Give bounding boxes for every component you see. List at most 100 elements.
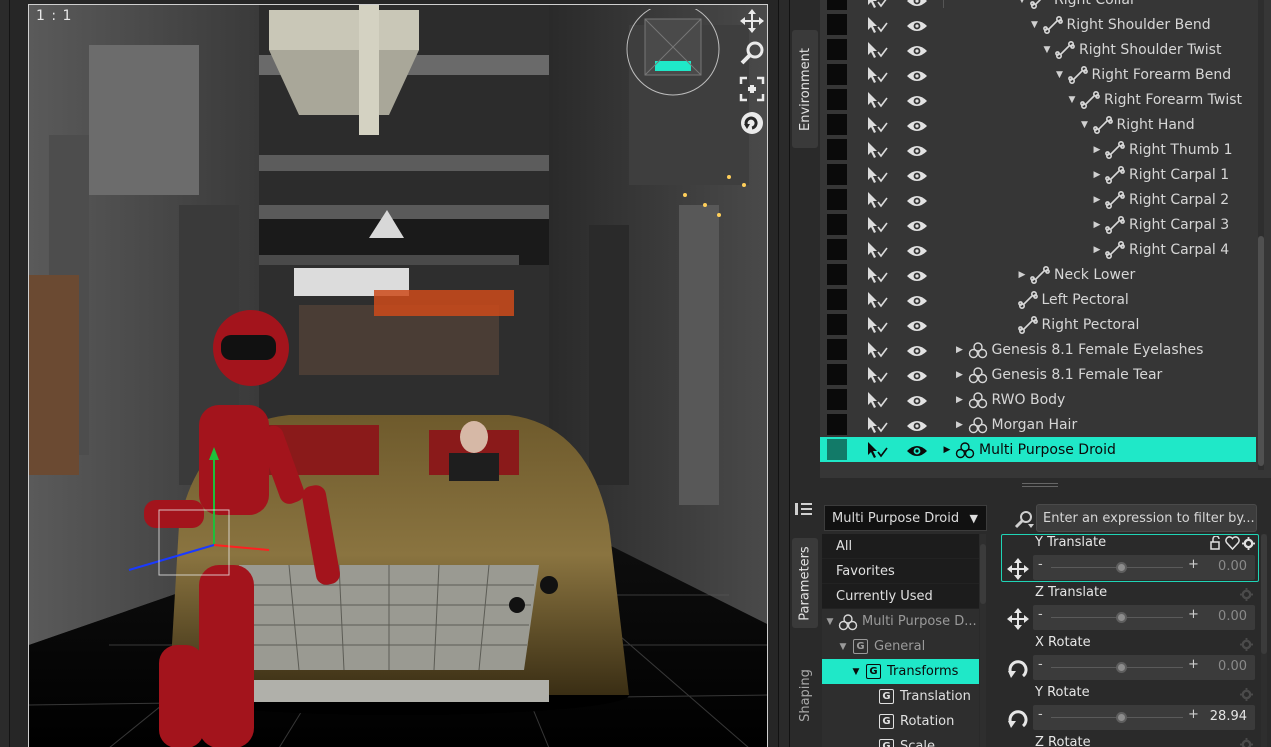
move-icon[interactable]: [737, 6, 767, 36]
translate-icon[interactable]: [1005, 607, 1031, 631]
selectable-toggle[interactable]: [827, 164, 847, 185]
increment-button[interactable]: +: [1188, 557, 1199, 572]
parameter-scrollbar[interactable]: [1261, 534, 1267, 747]
category-scrollbar[interactable]: [980, 534, 986, 747]
expand-arrow-icon[interactable]: ▶: [1091, 220, 1103, 230]
decrement-button[interactable]: -: [1038, 607, 1043, 622]
category-item[interactable]: ▼ G General: [822, 634, 979, 659]
expand-arrow-icon[interactable]: ▶: [954, 345, 966, 355]
pointer-select-icon[interactable]: [866, 416, 890, 438]
expand-arrow-icon[interactable]: ▶: [954, 370, 966, 380]
tree-row[interactable]: ▼ Right Forearm Bend: [820, 62, 1256, 87]
gear-icon[interactable]: [1240, 736, 1253, 747]
visibility-eye-icon[interactable]: [906, 0, 928, 12]
expand-arrow-icon[interactable]: ▶: [1091, 145, 1103, 155]
parameter-slider[interactable]: - +0.00: [1033, 655, 1255, 680]
expand-arrow-icon[interactable]: ▶: [1091, 245, 1103, 255]
pointer-select-icon[interactable]: [866, 66, 890, 88]
selectable-toggle[interactable]: [827, 114, 847, 135]
pane-splitter[interactable]: [790, 478, 1271, 498]
category-item[interactable]: Currently Used: [822, 584, 979, 609]
tree-row[interactable]: ▶ Genesis 8.1 Female Eyelashes: [820, 337, 1256, 362]
selectable-toggle[interactable]: [827, 364, 847, 385]
tab-environment[interactable]: Environment: [792, 30, 818, 148]
selectable-toggle[interactable]: [827, 439, 847, 460]
visibility-eye-icon[interactable]: [906, 293, 928, 312]
pointer-select-icon[interactable]: [866, 341, 890, 363]
increment-button[interactable]: +: [1188, 707, 1199, 722]
pointer-select-icon[interactable]: [866, 441, 890, 463]
favorite-heart-icon[interactable]: [1225, 535, 1240, 554]
gear-icon[interactable]: [1240, 586, 1253, 605]
parameter-row[interactable]: Y Translate - +0.00: [1001, 534, 1259, 582]
expand-arrow-icon[interactable]: ▶: [954, 420, 966, 430]
rotate-icon[interactable]: [1005, 657, 1031, 681]
translate-icon[interactable]: [1005, 557, 1031, 581]
visibility-eye-icon[interactable]: [906, 118, 928, 137]
expand-arrow-icon[interactable]: ▶: [1091, 170, 1103, 180]
selectable-toggle[interactable]: [827, 139, 847, 160]
category-item[interactable]: Favorites: [822, 559, 979, 584]
tree-row[interactable]: ▶ Right Carpal 1: [820, 162, 1256, 187]
parameter-row[interactable]: Z Rotate-+: [1001, 734, 1259, 747]
tree-row[interactable]: ▶ Morgan Hair: [820, 412, 1256, 437]
visibility-eye-icon[interactable]: [906, 268, 928, 287]
tree-row[interactable]: ▶ Right Carpal 2: [820, 187, 1256, 212]
rotate-icon[interactable]: [1005, 707, 1031, 731]
category-item[interactable]: ▼ Multi Purpose D...: [822, 609, 979, 634]
parameter-slider[interactable]: - +28.94: [1033, 705, 1255, 730]
viewport-render[interactable]: [28, 4, 768, 747]
tab-shaping[interactable]: Shaping: [792, 658, 818, 733]
collapse-arrow-icon[interactable]: ▼: [1016, 0, 1028, 5]
tree-row[interactable]: ▼ Right Shoulder Bend: [820, 12, 1256, 37]
parameter-row[interactable]: Y Rotate - +28.94: [1001, 684, 1259, 732]
category-item[interactable]: G Scale: [822, 734, 979, 747]
expand-arrow-icon[interactable]: ▶: [941, 445, 953, 455]
pointer-select-icon[interactable]: [866, 266, 890, 288]
increment-button[interactable]: +: [1188, 657, 1199, 672]
lock-icon[interactable]: [1209, 535, 1223, 554]
pointer-select-icon[interactable]: [866, 166, 890, 188]
parameter-value[interactable]: 0.00: [1218, 659, 1247, 674]
parameter-value[interactable]: 0.00: [1218, 609, 1247, 624]
parameter-row[interactable]: X Rotate - +0.00: [1001, 634, 1259, 682]
frame-icon[interactable]: [737, 74, 767, 104]
tree-row[interactable]: ▶ Neck Lower: [820, 262, 1256, 287]
pointer-select-icon[interactable]: [866, 41, 890, 63]
slider-knob[interactable]: [1116, 712, 1127, 723]
pointer-select-icon[interactable]: [866, 316, 890, 338]
tree-row[interactable]: ▶ Multi Purpose Droid: [820, 437, 1256, 462]
left-panel-edge[interactable]: [0, 0, 10, 747]
selectable-toggle[interactable]: [827, 389, 847, 410]
collapse-arrow-icon[interactable]: ▼: [1041, 45, 1053, 55]
viewport-splitter[interactable]: [778, 0, 790, 747]
selectable-toggle[interactable]: [827, 189, 847, 210]
pointer-select-icon[interactable]: [866, 216, 890, 238]
tree-row[interactable]: ▼ Right Collar: [820, 0, 1256, 12]
selectable-toggle[interactable]: [827, 239, 847, 260]
expand-arrow-icon[interactable]: ▶: [954, 395, 966, 405]
collapse-arrow-icon[interactable]: ▼: [1029, 20, 1041, 30]
visibility-eye-icon[interactable]: [906, 418, 928, 437]
zoom-icon[interactable]: [737, 38, 767, 68]
slider-knob[interactable]: [1116, 662, 1127, 673]
category-item[interactable]: G Rotation: [822, 709, 979, 734]
pointer-select-icon[interactable]: [866, 141, 890, 163]
slider-knob[interactable]: [1116, 562, 1127, 573]
visibility-eye-icon[interactable]: [906, 68, 928, 87]
visibility-eye-icon[interactable]: [906, 318, 928, 337]
tree-row[interactable]: ▶ Right Carpal 3: [820, 212, 1256, 237]
pointer-select-icon[interactable]: [866, 116, 890, 138]
expand-arrow-icon[interactable]: ▶: [1091, 195, 1103, 205]
selectable-toggle[interactable]: [827, 89, 847, 110]
visibility-eye-icon[interactable]: [906, 168, 928, 187]
parameter-value[interactable]: 28.94: [1210, 709, 1247, 724]
pointer-select-icon[interactable]: [866, 291, 890, 313]
tab-parameters[interactable]: Parameters: [792, 538, 818, 628]
pointer-select-icon[interactable]: [866, 91, 890, 113]
pointer-select-icon[interactable]: [866, 391, 890, 413]
gear-icon[interactable]: [1240, 686, 1253, 705]
visibility-eye-icon[interactable]: [906, 43, 928, 62]
pointer-select-icon[interactable]: [866, 16, 890, 38]
tree-row[interactable]: ▶ Genesis 8.1 Female Tear: [820, 362, 1256, 387]
